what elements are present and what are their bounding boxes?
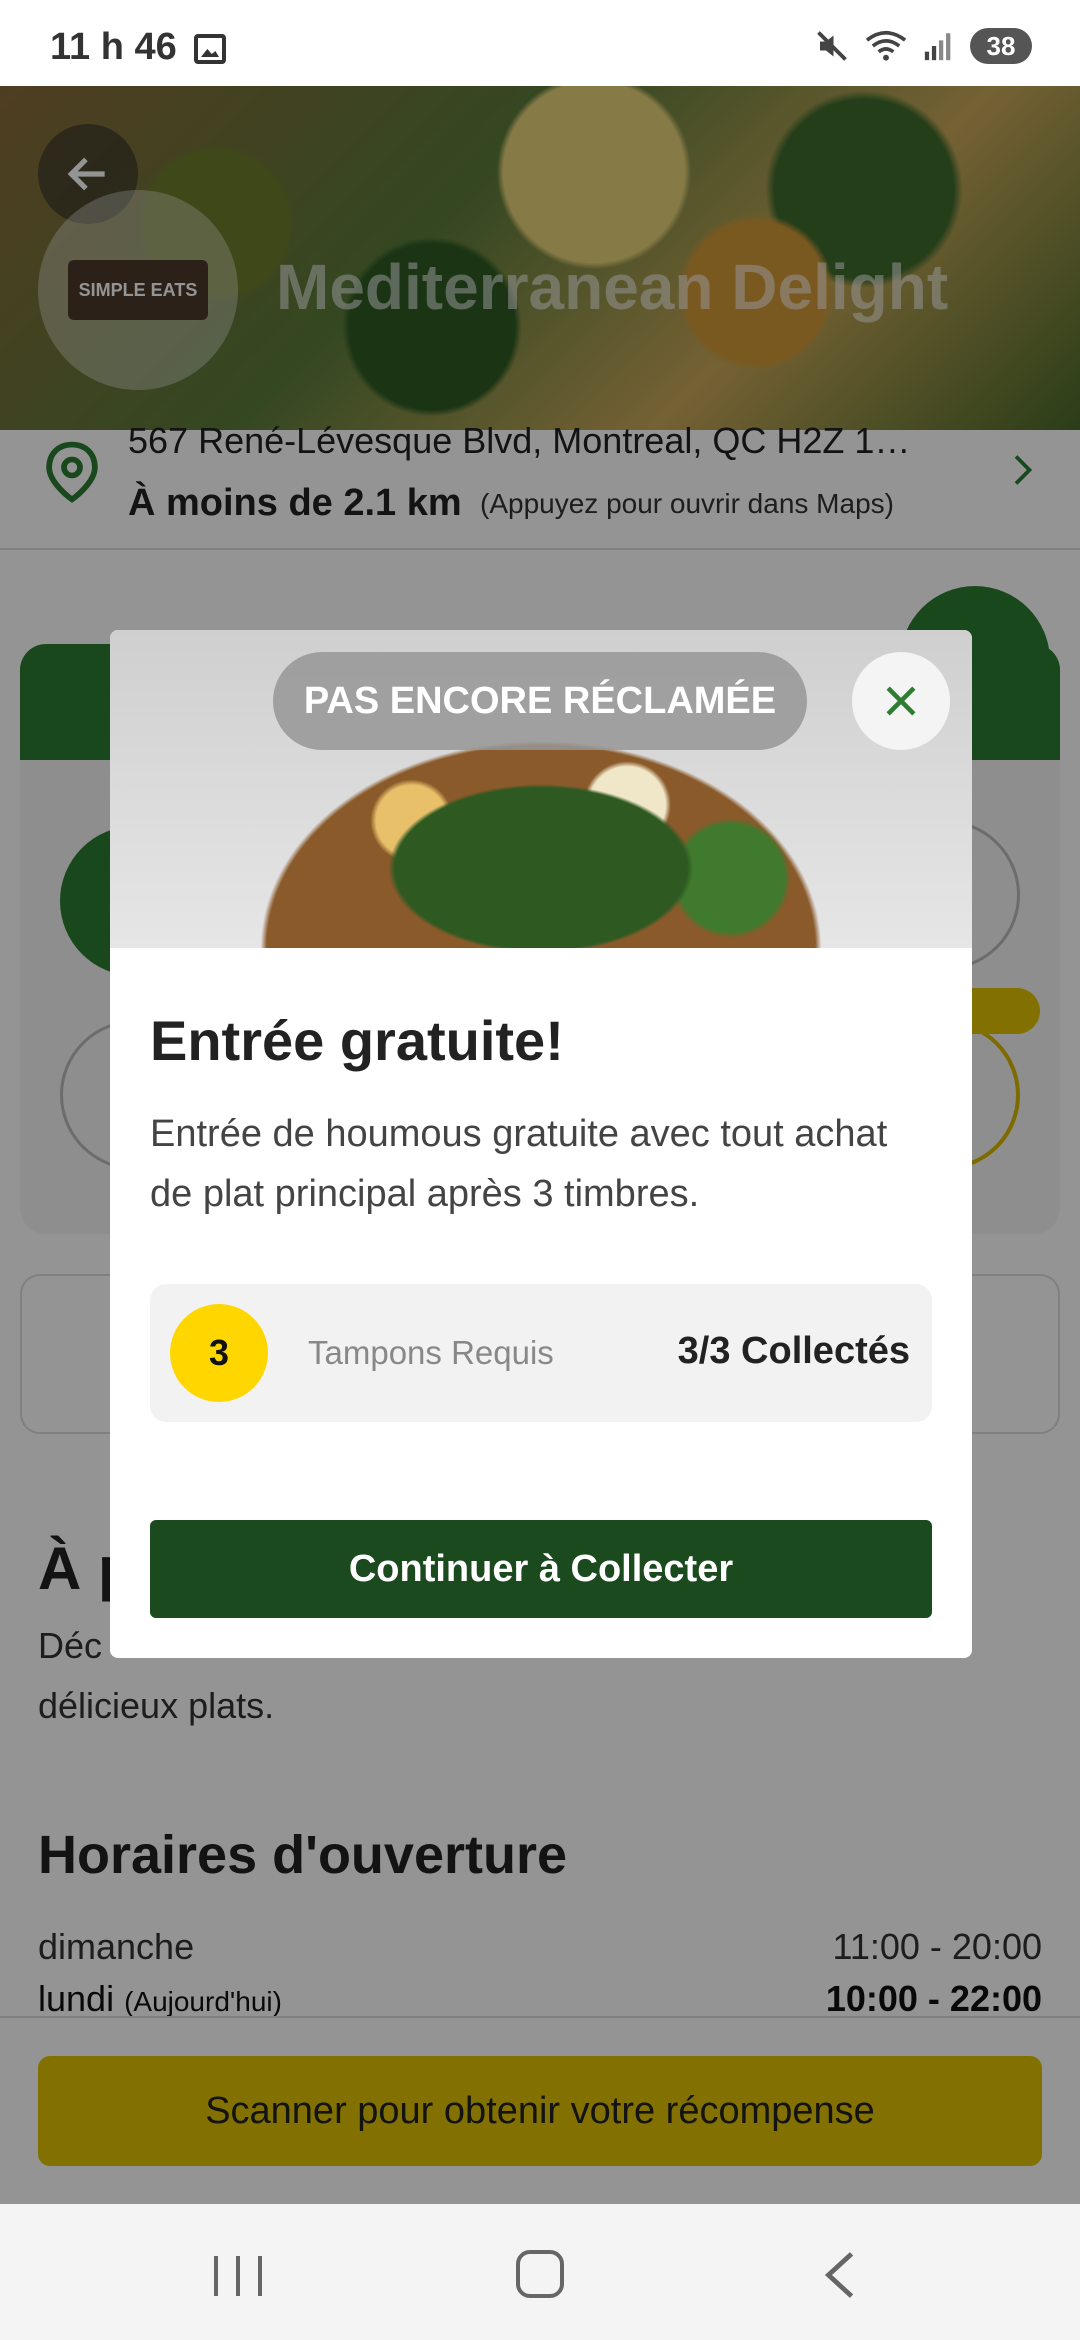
reward-title: Entrée gratuite! [150,1009,564,1072]
stamps-required-count: 3 [170,1304,268,1402]
battery-indicator: 38 [970,28,1032,64]
app-screen: 11 h 46 38 SIMPLE EATS Mediterranean Del… [0,0,1080,2340]
stamps-collected: 3/3 Collectés [677,1330,910,1372]
system-nav-bar [0,2204,1080,2340]
signal-icon [924,33,951,61]
wifi-icon [865,30,907,61]
mute-icon [817,31,847,61]
stamps-required-label: Tampons Requis [308,1334,554,1371]
close-button[interactable] [852,652,950,750]
status-icons: 38 [814,28,1032,64]
status-badge: PAS ENCORE RÉCLAMÉE [273,652,807,750]
gallery-notification-icon [194,34,226,64]
close-icon [886,686,916,716]
reward-description: Entrée de houmous gratuite avec tout ach… [150,1113,888,1215]
back-nav-icon[interactable] [820,2250,860,2300]
home-icon[interactable] [516,2250,564,2298]
stamp-progress: 3 Tampons Requis 3/3 Collectés [150,1284,932,1422]
continue-collecting-button[interactable]: Continuer à Collecter [150,1520,932,1618]
reward-modal: PAS ENCORE RÉCLAMÉE Entrée gratuite! Ent… [110,630,972,1658]
status-bar: 11 h 46 38 [0,0,1080,86]
status-time: 11 h 46 [50,26,177,68]
recents-icon[interactable] [214,2256,262,2296]
